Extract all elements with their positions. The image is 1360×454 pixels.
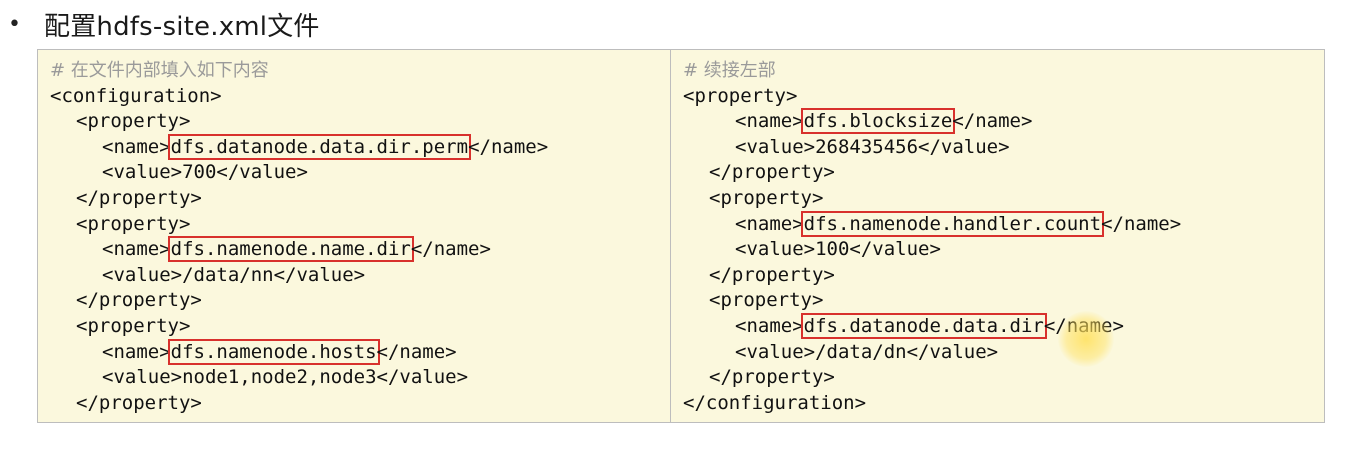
code-line: <value>node1,node2,node3</value>	[102, 366, 469, 389]
code-line: </property>	[709, 366, 835, 389]
code-tag: </name>	[376, 340, 457, 363]
highlighted-property-name: dfs.datanode.data.dir	[800, 312, 1047, 339]
code-line: <property>	[76, 212, 191, 235]
code-line: <value>700</value>	[102, 161, 308, 184]
code-tag: <name>	[735, 212, 804, 235]
code-line: <property>	[76, 314, 191, 337]
code-line: <name>dfs.namenode.handler.count</name>	[683, 210, 1324, 238]
code-tag: </name>	[1101, 212, 1182, 235]
code-tag: <name>	[102, 340, 171, 363]
code-line: </property>	[76, 391, 202, 414]
code-line: </property>	[709, 161, 835, 184]
code-tag: </name>	[1043, 314, 1124, 337]
code-tag: <name>	[102, 238, 171, 261]
code-line: <property>	[76, 110, 191, 133]
slide-heading: • 配置hdfs-site.xml文件	[8, 4, 320, 44]
bullet-icon: •	[8, 11, 21, 37]
code-line: <name>dfs.datanode.data.dir</name>	[683, 312, 1324, 340]
code-line: <name>dfs.datanode.data.dir.perm</name>	[50, 133, 670, 161]
code-line: <property>	[709, 289, 824, 312]
code-tag: </name>	[952, 110, 1033, 133]
code-tag: </name>	[410, 238, 491, 261]
code-comment: # 续接左部	[683, 60, 776, 81]
code-line: </configuration>	[683, 391, 867, 414]
code-tag: <name>	[735, 314, 804, 337]
code-column-left: # 在文件内部填入如下内容 <configuration> <property>…	[38, 50, 671, 422]
code-line: <value>/data/nn</value>	[102, 263, 366, 286]
code-line: <value>100</value>	[735, 238, 941, 261]
code-tag: <name>	[102, 135, 171, 158]
code-line: <value>268435456</value>	[735, 135, 1010, 158]
code-tag: </name>	[468, 135, 549, 158]
code-line: <property>	[709, 186, 824, 209]
highlighted-property-name: dfs.namenode.hosts	[167, 338, 380, 365]
code-line: </property>	[76, 186, 202, 209]
code-line: <name>dfs.namenode.hosts</name>	[50, 338, 670, 366]
code-column-right: # 续接左部 <property> <name>dfs.blocksize</n…	[671, 50, 1324, 422]
code-line: <configuration>	[50, 84, 222, 107]
code-line: </property>	[709, 263, 835, 286]
code-line: <property>	[683, 84, 798, 107]
code-line: </property>	[76, 289, 202, 312]
highlighted-property-name: dfs.datanode.data.dir.perm	[167, 133, 472, 160]
code-line: <name>dfs.blocksize</name>	[683, 108, 1324, 135]
highlighted-property-name: dfs.namenode.handler.count	[800, 210, 1105, 237]
code-tag: <name>	[735, 110, 804, 133]
highlighted-property-name: dfs.blocksize	[800, 108, 956, 135]
highlighted-property-name: dfs.namenode.name.dir	[167, 236, 414, 263]
code-line: <name>dfs.namenode.name.dir</name>	[50, 236, 670, 263]
code-line: <value>/data/dn</value>	[735, 340, 999, 363]
code-comment: # 在文件内部填入如下内容	[50, 60, 269, 81]
code-panel: # 在文件内部填入如下内容 <configuration> <property>…	[37, 49, 1325, 423]
slide-title: 配置hdfs-site.xml文件	[44, 11, 320, 42]
